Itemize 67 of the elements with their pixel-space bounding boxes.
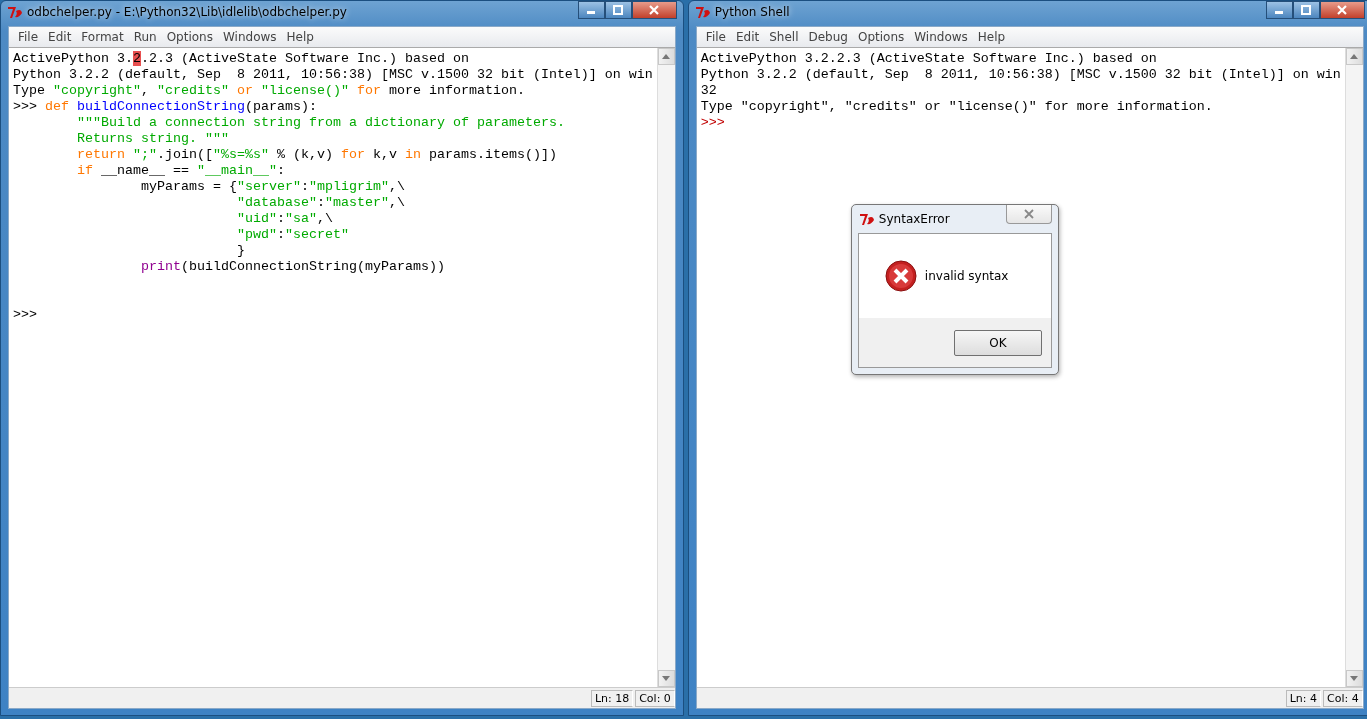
line-number-indicator: Ln: 4 (1285, 689, 1322, 707)
feather-logo-icon (858, 212, 875, 226)
code-line: ActivePython 3.2.2.3 (ActiveState Software Inc.) based on (13, 51, 470, 67)
close-icon (1337, 5, 1348, 15)
down-arrow-icon (1350, 676, 1359, 681)
menu-item[interactable]: Windows (217, 30, 282, 44)
code-line: print(buildConnectionString(myParams)) (139, 259, 446, 275)
menu-item[interactable]: Format (76, 30, 129, 44)
code-line: } (235, 243, 246, 259)
down-arrow-icon (662, 676, 671, 681)
code-line: myParams = {"server":"mpligrim",\ (139, 179, 406, 195)
code-line: "database":"master",\ (235, 195, 406, 211)
maximize-icon (1301, 5, 1312, 15)
menu-item[interactable]: Shell (764, 30, 804, 44)
scroll-up-button[interactable] (657, 48, 675, 65)
up-arrow-icon (662, 54, 671, 59)
menu-item[interactable]: Windows (909, 30, 973, 44)
close-button[interactable] (1319, 1, 1365, 19)
menu-item[interactable]: Help (972, 30, 1011, 44)
line-number-indicator: Ln: 18 (590, 689, 634, 707)
scroll-down-button[interactable] (1345, 670, 1363, 687)
code-line: if __name__ == "__main__": (76, 163, 286, 179)
up-arrow-icon (1350, 54, 1359, 59)
text-area[interactable] (9, 48, 657, 687)
feather-logo-icon (7, 5, 23, 19)
code-line: >>> def buildConnectionString(params): (13, 99, 318, 115)
code-line: ActivePython 3.2.2.3 (ActiveState Software Inc.) based on (700, 51, 1158, 67)
close-button[interactable] (631, 1, 677, 19)
dialog-title: SyntaxError (878, 212, 951, 226)
scroll-down-button[interactable] (657, 670, 675, 687)
code-line: """Build a connection string from a dictionary of parameters. (76, 115, 566, 131)
code-line: Python 3.2.2 (default, Sep 8 2011, 10:56:38) [MSC v.1500 32 bit (Intel)] on win (700, 67, 1341, 83)
code-line: Returns string. """ (76, 131, 230, 147)
column-indicator: Col: 4 (1323, 689, 1363, 707)
code-line: >>> (700, 115, 726, 131)
code-line: Type "copyright", "credits" or "license()" for more information. (700, 99, 1214, 115)
menu-item[interactable]: Run (128, 30, 162, 44)
column-indicator: Col: 0 (635, 689, 675, 707)
error-icon (884, 260, 917, 292)
close-icon (649, 5, 660, 15)
menu-item[interactable]: File (13, 30, 44, 44)
ok-button[interactable]: OK (953, 329, 1042, 356)
maximize-icon (613, 5, 624, 15)
code-line: Type "copyright", "credits" or "license()" for more information. (13, 83, 526, 99)
code-line: Python 3.2.2 (default, Sep 8 2011, 10:56:38) [MSC v.1500 32 bit (Intel)] on win (13, 67, 653, 83)
window-title: Python Shell (714, 5, 791, 19)
menu-item[interactable]: File (700, 30, 731, 44)
feather-logo-icon (694, 5, 711, 19)
window-title: odbchelper.py - E:\Python32\Lib\idlelib\odbchelper.py (27, 5, 348, 19)
menu-item[interactable]: Edit (730, 30, 765, 44)
maximize-button[interactable] (1292, 1, 1320, 19)
minimize-button[interactable] (1265, 1, 1293, 19)
menu-item[interactable]: Help (281, 30, 319, 44)
minimize-button[interactable] (577, 1, 605, 19)
code-line: 32 (700, 83, 718, 99)
error-message: invalid syntax (924, 269, 1009, 283)
close-icon (1022, 209, 1035, 219)
menu-item[interactable]: Debug (803, 30, 853, 44)
scroll-up-button[interactable] (1345, 48, 1363, 65)
code-line: return ";".join(["%s=%s" % (k,v) for k,v in params.items()]) (76, 147, 558, 163)
menu-item[interactable]: Options (161, 30, 218, 44)
menu-item[interactable]: Edit (43, 30, 77, 44)
menu-item[interactable]: Options (852, 30, 910, 44)
code-line: "uid":"sa",\ (235, 211, 334, 227)
maximize-button[interactable] (604, 1, 632, 19)
code-line: >>> (13, 307, 38, 323)
code-line: "pwd":"secret" (235, 227, 350, 243)
